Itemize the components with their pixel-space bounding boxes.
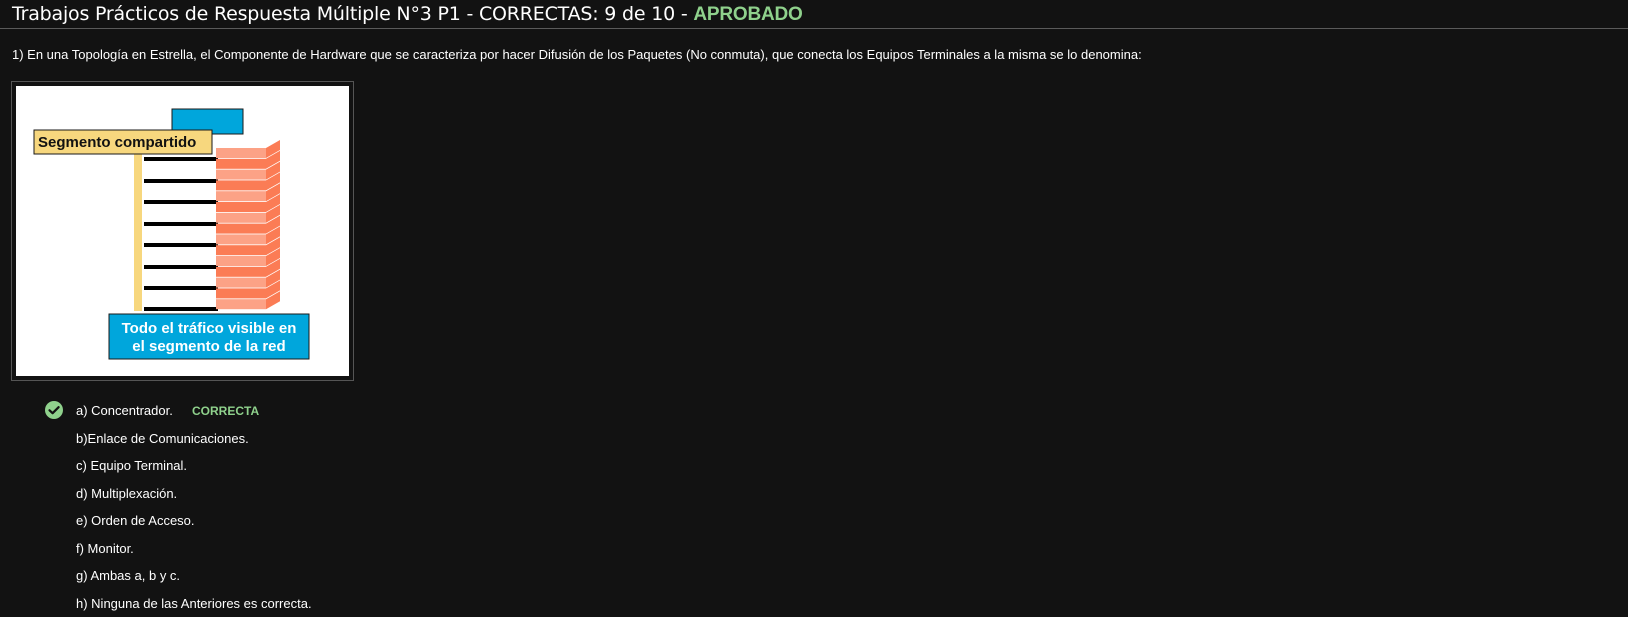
option-c: c) Equipo Terminal. <box>76 458 188 473</box>
question-figure: Segmento compartido Todo el tráfico visi… <box>11 81 354 381</box>
brick <box>216 245 266 256</box>
traffic-label-line1: Todo el tráfico visible en <box>122 320 297 337</box>
brick <box>216 169 266 180</box>
page-title: Trabajos Prácticos de Respuesta Múltiple… <box>12 3 803 26</box>
brick <box>216 180 266 191</box>
brick <box>216 288 266 299</box>
check-circle-icon <box>45 401 63 419</box>
figure-canvas: Segmento compartido Todo el tráfico visi… <box>16 86 349 376</box>
status-separator: - <box>675 3 694 25</box>
option-a: a) Concentrador. <box>76 403 173 418</box>
brick <box>216 148 266 158</box>
brick <box>216 212 266 223</box>
option-h: h) Ninguna de las Anteriores es correcta… <box>76 596 312 611</box>
brick <box>216 191 266 202</box>
shared-bus-line <box>134 148 142 311</box>
brick <box>216 277 266 288</box>
option-b: b)Enlace de Comunicaciones. <box>76 431 249 446</box>
title-separator: - <box>460 3 479 25</box>
brick <box>216 299 266 310</box>
segment-label-text: Segmento compartido <box>38 134 196 151</box>
quiz-title: Trabajos Prácticos de Respuesta Múltiple… <box>12 3 461 25</box>
option-g: g) Ambas a, b y c. <box>76 568 181 583</box>
option-d: d) Multiplexación. <box>76 486 178 501</box>
correct-answer-tag: CORRECTA <box>192 404 260 418</box>
brick <box>216 234 266 245</box>
traffic-label-line2: el segmento de la red <box>132 338 285 355</box>
brick <box>216 266 266 277</box>
score-text: CORRECTAS: 9 de 10 <box>478 3 675 25</box>
results-header: Trabajos Prácticos de Respuesta Múltiple… <box>0 0 1628 29</box>
brick <box>216 158 266 169</box>
shared-segment-diagram: Segmento compartido Todo el tráfico visi… <box>33 108 310 360</box>
option-f: f) Monitor. <box>76 541 134 556</box>
question-text: 1) En una Topología en Estrella, el Comp… <box>12 47 1142 62</box>
brick <box>216 223 266 234</box>
brick <box>216 256 266 266</box>
quiz-results-page: Trabajos Prácticos de Respuesta Múltiple… <box>0 0 1628 617</box>
brick <box>216 202 266 212</box>
status-badge: APROBADO <box>693 4 803 25</box>
station-links <box>144 157 218 311</box>
brick-stack <box>216 140 280 310</box>
option-e: e) Orden de Acceso. <box>76 513 195 528</box>
